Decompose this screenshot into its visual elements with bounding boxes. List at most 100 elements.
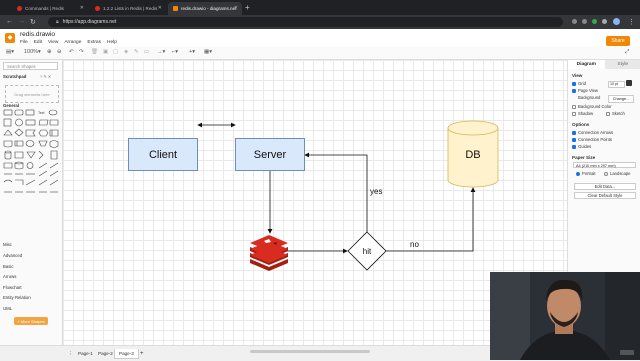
extension-icon[interactable] (582, 19, 587, 24)
db-label: DB (465, 149, 480, 161)
change-background-button[interactable]: Change... (608, 95, 634, 103)
fullscreen-icon[interactable]: ⤢ (625, 49, 629, 56)
share-button[interactable]: Share (606, 36, 630, 46)
grid-size-input[interactable]: 10 pt (608, 81, 625, 88)
library-arrows[interactable]: Arrows (3, 274, 16, 279)
shapes-sidebar: Search Shapes Scratchpad ? ✎ ✕ Drag elem… (0, 60, 63, 345)
clear-default-style-button[interactable]: Clear Default Style (574, 192, 636, 199)
guides-option[interactable]: Guides (572, 144, 591, 149)
menu-edit[interactable]: Edit (34, 40, 42, 45)
db-node[interactable]: DB (448, 140, 498, 170)
library-flowchart[interactable]: Flowchart (3, 285, 22, 290)
connection-style-icon[interactable]: →▾ (157, 49, 165, 55)
url-text: https://app.diagrams.net (63, 19, 117, 25)
library-misc[interactable]: Misc (3, 242, 12, 247)
search-shapes-input[interactable]: Search Shapes (3, 62, 58, 70)
server-node[interactable]: Server (235, 138, 305, 171)
page-view-option[interactable]: Page View (572, 88, 598, 93)
background-color-checkbox[interactable] (572, 105, 576, 109)
address-bar[interactable]: 🔒︎ https://app.diagrams.net (48, 17, 563, 27)
connection-arrows-checkbox[interactable] (572, 131, 576, 135)
shadow-checkbox[interactable] (572, 112, 576, 116)
library-uml[interactable]: UML (3, 306, 12, 311)
landscape-radio[interactable] (604, 172, 608, 176)
library-advanced[interactable]: Advanced (3, 253, 22, 258)
zoom-dropdown-icon[interactable]: ▾ (38, 49, 41, 55)
connection-arrows-option[interactable]: Connection Arrows (572, 130, 613, 135)
yes-edge-label[interactable]: yes (370, 187, 382, 196)
zoom-in-icon[interactable]: ⊕ (47, 49, 52, 55)
waypoints-icon[interactable]: ⌐▾ (172, 49, 178, 55)
app-header: ◆ redis.drawio File Edit View Arrange Ex… (0, 29, 640, 47)
profile-avatar[interactable] (613, 18, 620, 25)
sketch-checkbox[interactable] (606, 112, 610, 116)
landscape-option[interactable]: Landscape (604, 171, 631, 176)
connection-points-checkbox[interactable] (572, 138, 576, 142)
format-panel-toggle-icon[interactable]: ▤▾ (6, 49, 14, 55)
grid-label: Grid (578, 81, 586, 86)
browser-tab-commands[interactable]: Commands | Redis ✕ (12, 2, 88, 15)
forward-icon[interactable]: → (18, 18, 25, 25)
portrait-option[interactable]: Portrait (576, 171, 596, 176)
document-title[interactable]: redis.drawio (20, 31, 55, 38)
menu-extras[interactable]: Extras (87, 40, 101, 45)
redis-logo-icon[interactable] (250, 235, 288, 271)
no-edge-label[interactable]: no (410, 240, 419, 249)
menu-view[interactable]: View (48, 40, 58, 45)
redo-icon[interactable]: ↷ (79, 49, 84, 55)
hit-no-connector[interactable] (386, 188, 473, 251)
shadow-icon[interactable]: ▭ (144, 49, 149, 55)
sketch-option[interactable]: Sketch (606, 111, 625, 116)
browser-tab-lists[interactable]: 1.2.2 Lists in Redis | Redis ✕ (90, 2, 166, 15)
line-color-icon[interactable]: ✎ (134, 49, 139, 55)
add-page-icon[interactable]: + (136, 349, 148, 358)
grid-option[interactable]: Grid (572, 81, 586, 86)
edit-data-button[interactable]: Edit Data... (574, 183, 636, 190)
delete-icon[interactable]: 🗑︎ (91, 49, 98, 55)
table-icon[interactable]: ▦▾ (204, 49, 212, 55)
extension-icon[interactable] (572, 19, 577, 24)
horizontal-scrollbar[interactable] (250, 350, 370, 353)
client-node[interactable]: Client (128, 138, 198, 171)
connection-points-option[interactable]: Connection Points (572, 137, 612, 142)
browser-menu-icon[interactable]: ⋮ (628, 18, 635, 26)
insert-icon[interactable]: +▾ (189, 49, 195, 55)
zoom-out-icon[interactable]: ⊖ (57, 49, 62, 55)
to-front-icon[interactable]: ▣ (103, 49, 108, 55)
more-shapes-button[interactable]: + More Shapes (14, 317, 48, 325)
guides-checkbox[interactable] (572, 145, 576, 149)
general-shapes-palette[interactable]: Text (3, 108, 59, 196)
menu-file[interactable]: File (20, 40, 28, 45)
library-basic[interactable]: Basic (3, 264, 14, 269)
grid-color-swatch[interactable] (626, 80, 632, 86)
browser-tab-drawio[interactable]: redis.drawio - diagrams.net ✕ (168, 2, 242, 15)
page-view-checkbox[interactable] (572, 89, 576, 93)
tab-style[interactable]: Style (605, 60, 640, 69)
portrait-radio[interactable] (576, 172, 580, 176)
tab-diagram[interactable]: Diagram (568, 60, 605, 69)
undo-icon[interactable]: ↶ (69, 49, 74, 55)
zoom-level[interactable]: 100% (24, 49, 38, 55)
hit-yes-connector[interactable] (305, 155, 367, 232)
hit-node[interactable]: hit (353, 236, 381, 266)
scratchpad-actions-icon[interactable]: ? ✎ ✕ (40, 74, 51, 79)
new-tab-icon[interactable]: + (245, 3, 250, 12)
extension-icon[interactable] (602, 19, 607, 24)
scratchpad-dropzone[interactable]: Drag elements here (5, 85, 59, 103)
to-back-icon[interactable]: ▢ (113, 49, 118, 55)
fill-color-icon[interactable]: ◈ (124, 49, 128, 55)
library-entity-relation[interactable]: Entity Relation (3, 295, 31, 300)
reload-icon[interactable]: ↻ (30, 18, 36, 26)
paper-size-select[interactable]: A4 (210 mm x 297 mm) (573, 162, 636, 168)
background-color-option[interactable]: Background Color (572, 104, 612, 109)
menu-help[interactable]: Help (107, 40, 117, 45)
scratchpad-header[interactable]: Scratchpad (3, 74, 26, 79)
extension-icon[interactable] (592, 19, 597, 24)
shadow-option[interactable]: Shadow (572, 111, 593, 116)
grid-checkbox[interactable] (572, 82, 576, 86)
close-tab-icon[interactable]: ✕ (234, 5, 238, 11)
close-tab-icon[interactable]: ✕ (158, 5, 162, 11)
menu-arrange[interactable]: Arrange (64, 40, 81, 45)
close-tab-icon[interactable]: ✕ (80, 5, 84, 11)
back-icon[interactable]: ← (6, 18, 13, 25)
